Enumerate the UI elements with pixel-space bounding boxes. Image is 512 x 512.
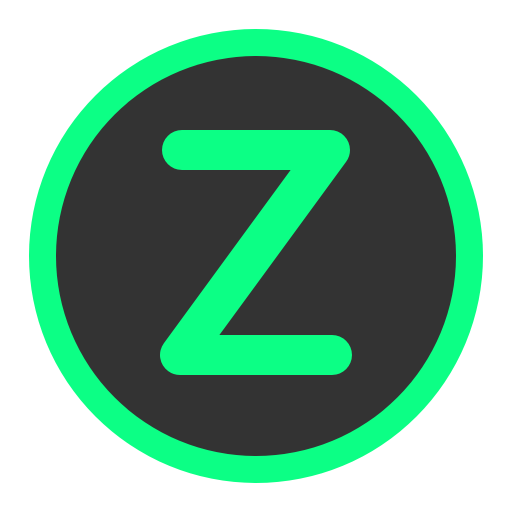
app-icon-canvas (0, 0, 512, 512)
z-logo-icon (29, 29, 483, 483)
